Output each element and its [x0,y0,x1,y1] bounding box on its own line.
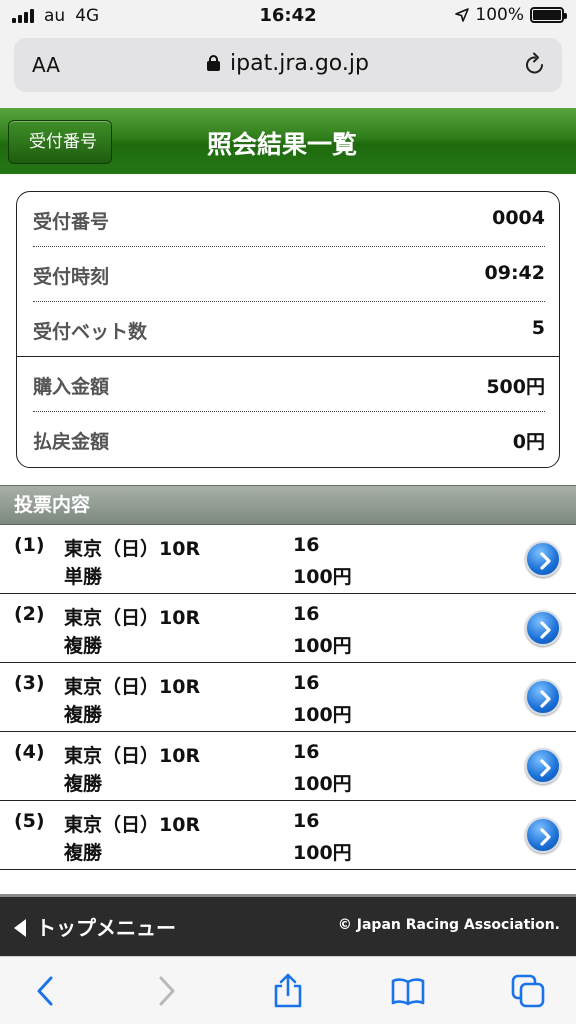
bet-row[interactable]: (4) 東京（日）10R 複勝 16 100円 [0,732,576,801]
page-footer: トップメニュー © Japan Racing Association. [0,894,576,956]
bet-horse-number: 16 [293,741,320,763]
bet-horse-number: 16 [293,603,320,625]
bet-horse-number: 16 [293,672,320,694]
section-header-bets: 投票内容 [0,485,576,525]
triangle-left-icon [14,919,26,937]
tabs-icon[interactable] [510,973,546,1009]
bookmarks-icon[interactable] [390,973,426,1009]
bet-number: (5) [14,810,45,832]
browser-toolbar [0,956,576,1024]
summary-row-purchase-amount: 購入金額 500円 [33,357,545,412]
summary-value: 500円 [486,376,545,398]
summary-label: 払戻金額 [33,431,110,453]
address-bar[interactable]: AA ipat.jra.go.jp [14,38,562,92]
bet-amount: 100円 [293,704,352,726]
bet-horse-number: 16 [293,534,320,556]
bet-row[interactable]: (3) 東京（日）10R 複勝 16 100円 [0,663,576,732]
battery-percent: 100% [475,5,524,25]
summary-row-bet-count: 受付ベット数 5 [33,302,545,357]
lock-icon [207,55,221,71]
url-display[interactable]: ipat.jra.go.jp [14,51,562,76]
chevron-right-icon[interactable] [525,610,561,646]
chevron-right-icon[interactable] [525,817,561,853]
summary-value: 5 [531,317,545,339]
bet-type: 単勝 [64,566,103,588]
summary-label: 購入金額 [33,376,110,398]
summary-box: 受付番号 0004 受付時刻 09:42 受付ベット数 5 購入金額 500円 … [16,191,560,468]
chevron-right-icon[interactable] [525,541,561,577]
bet-amount: 100円 [293,842,352,864]
bet-type: 複勝 [64,704,103,726]
bet-row[interactable]: (1) 東京（日）10R 単勝 16 100円 [0,525,576,594]
battery-icon [530,7,567,23]
bet-race: 東京（日）10R [64,538,201,560]
bet-type: 複勝 [64,635,103,657]
bet-number: (2) [14,603,45,625]
summary-value: 09:42 [484,262,545,284]
summary-value: 0004 [492,207,545,229]
reload-icon[interactable] [522,52,548,78]
summary-row-receipt-number: 受付番号 0004 [33,192,545,247]
summary-row-receipt-time: 受付時刻 09:42 [33,247,545,302]
summary-label: 受付番号 [33,211,110,233]
share-icon[interactable] [270,973,306,1009]
status-bar: au 4G 16:42 100% [0,0,576,32]
location-arrow-icon [455,8,470,22]
summary-row-payout-amount: 払戻金額 0円 [33,412,545,467]
bet-row[interactable]: (2) 東京（日）10R 複勝 16 100円 [0,594,576,663]
bet-number: (3) [14,672,45,694]
page-header: 受付番号 照会結果一覧 [0,108,576,174]
bet-amount: 100円 [293,566,352,588]
bet-row[interactable]: (5) 東京（日）10R 複勝 16 100円 [0,801,576,870]
back-icon[interactable] [28,973,64,1009]
chevron-right-icon[interactable] [525,748,561,784]
bet-type: 複勝 [64,773,103,795]
bet-amount: 100円 [293,635,352,657]
bet-number: (1) [14,534,45,556]
top-menu-link[interactable]: トップメニュー [14,912,176,941]
bet-number: (4) [14,741,45,763]
browser-address-area: AA ipat.jra.go.jp [0,32,576,108]
forward-icon[interactable] [148,973,184,1009]
top-menu-label: トップメニュー [36,916,176,940]
bet-race: 東京（日）10R [64,676,201,698]
status-right: 100% [455,5,567,25]
chevron-right-icon[interactable] [525,679,561,715]
summary-label: 受付時刻 [33,266,110,288]
page-title: 照会結果一覧 [206,130,357,159]
url-text: ipat.jra.go.jp [230,51,369,76]
bet-race: 東京（日）10R [64,814,201,836]
bet-race: 東京（日）10R [64,745,201,767]
summary-value: 0円 [512,431,545,453]
summary-label: 受付ベット数 [33,321,148,343]
bet-type: 複勝 [64,842,103,864]
copyright: © Japan Racing Association. [337,917,560,933]
bet-race: 東京（日）10R [64,607,201,629]
bet-amount: 100円 [293,773,352,795]
bet-horse-number: 16 [293,810,320,832]
